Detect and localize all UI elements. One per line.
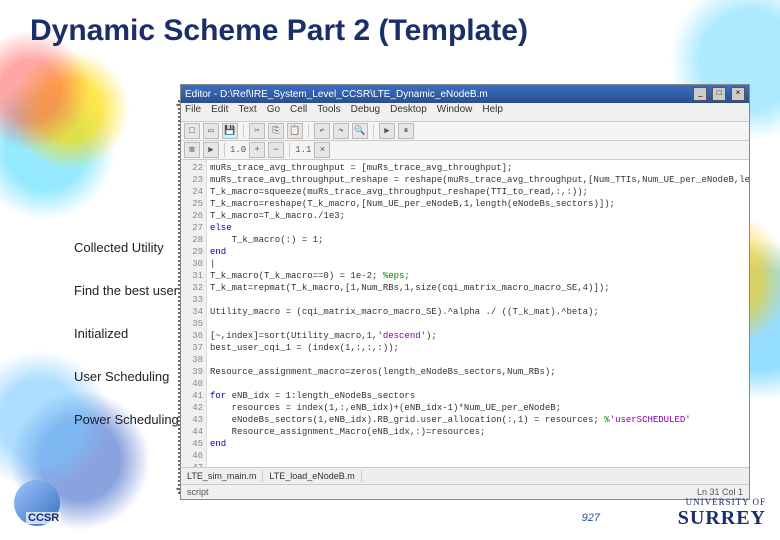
maximize-button[interactable]: □	[712, 87, 726, 101]
tab-lte_load_enodeb-m[interactable]: LTE_load_eNodeB.m	[263, 470, 361, 482]
paste-icon[interactable]: 📋	[287, 123, 303, 139]
editor-title-text: Editor - D:\Ref\IRE_System_Level_CCSR\LT…	[185, 89, 488, 100]
times-icon[interactable]: ×	[314, 142, 330, 158]
callout-user-sched: User Scheduling	[74, 369, 179, 384]
menu-file[interactable]: File	[185, 104, 201, 115]
open-icon[interactable]: ▭	[203, 123, 219, 139]
status-right: Ln 31 Col 1	[697, 487, 743, 497]
line-gutter: 22 23 24 25 26 27 28 29 30 31 32 33 34 3…	[181, 160, 207, 467]
surrey-top: UNIVERSITY OF	[678, 497, 766, 507]
factor-field[interactable]: 1.1	[295, 145, 311, 155]
zoom-field[interactable]: 1.0	[230, 145, 246, 155]
callout-power-sched: Power Scheduling	[74, 412, 179, 427]
copy-icon[interactable]: ⎘	[268, 123, 284, 139]
surrey-logo: UNIVERSITY OF SURREY	[678, 497, 766, 530]
editor-toolbar-2[interactable]: ⊞ ▶ 1.0 + − 1.1 ×	[181, 141, 749, 160]
run-icon[interactable]: ▶	[379, 123, 395, 139]
editor-statusbar: script Ln 31 Col 1	[181, 484, 749, 499]
minus-icon[interactable]: −	[268, 142, 284, 158]
cell-run-icon[interactable]: ▶	[203, 142, 219, 158]
editor-body: 22 23 24 25 26 27 28 29 30 31 32 33 34 3…	[181, 160, 749, 467]
status-left: script	[187, 487, 209, 497]
undo-icon[interactable]: ↶	[314, 123, 330, 139]
editor-titlebar[interactable]: Editor - D:\Ref\IRE_System_Level_CCSR\LT…	[181, 85, 749, 103]
editor-menubar[interactable]: File Edit Text Go Cell Tools Debug Desktop Windo…	[181, 103, 749, 122]
menu-go[interactable]: Go	[267, 104, 280, 115]
window-buttons: _ □ ×	[691, 87, 745, 101]
ccsr-text: CCSR	[26, 512, 61, 524]
menu-window[interactable]: Window	[437, 104, 473, 115]
redo-icon[interactable]: ↷	[333, 123, 349, 139]
minimize-button[interactable]: _	[693, 87, 707, 101]
editor-tabs[interactable]: LTE_sim_main.mLTE_load_eNodeB.m	[181, 467, 749, 484]
ccsr-logo: CCSR	[14, 478, 84, 528]
menu-debug[interactable]: Debug	[351, 104, 380, 115]
cell-icon[interactable]: ⊞	[184, 142, 200, 158]
callout-utility: Collected Utility	[74, 240, 179, 255]
close-button[interactable]: ×	[731, 87, 745, 101]
cut-icon[interactable]: ✂	[249, 123, 265, 139]
menu-cell[interactable]: Cell	[290, 104, 307, 115]
menu-text[interactable]: Text	[238, 104, 256, 115]
menu-edit[interactable]: Edit	[211, 104, 228, 115]
new-icon[interactable]: □	[184, 123, 200, 139]
save-icon[interactable]: 💾	[222, 123, 238, 139]
menu-desktop[interactable]: Desktop	[390, 104, 427, 115]
menu-help[interactable]: Help	[482, 104, 503, 115]
callout-best-user: Find the best user	[74, 283, 179, 298]
matlab-editor-window: Editor - D:\Ref\IRE_System_Level_CCSR\LT…	[180, 84, 750, 500]
callout-list: Collected Utility Find the best user Ini…	[74, 240, 179, 455]
find-icon[interactable]: 🔍	[352, 123, 368, 139]
code-area[interactable]: muRs_trace_avg_throughput = [muRs_trace_…	[207, 160, 749, 467]
plus-icon[interactable]: +	[249, 142, 265, 158]
tab-lte_sim_main-m[interactable]: LTE_sim_main.m	[181, 470, 263, 482]
surrey-main: SURREY	[678, 507, 766, 530]
menu-tools[interactable]: Tools	[317, 104, 340, 115]
editor-toolbar[interactable]: □▭💾 ✂⎘📋 ↶↷🔍 ▶⏸	[181, 122, 749, 141]
page-number: 927	[582, 512, 600, 524]
pause-icon[interactable]: ⏸	[398, 123, 414, 139]
slide-title: Dynamic Scheme Part 2 (Template)	[30, 14, 528, 48]
callout-initialized: Initialized	[74, 326, 179, 341]
